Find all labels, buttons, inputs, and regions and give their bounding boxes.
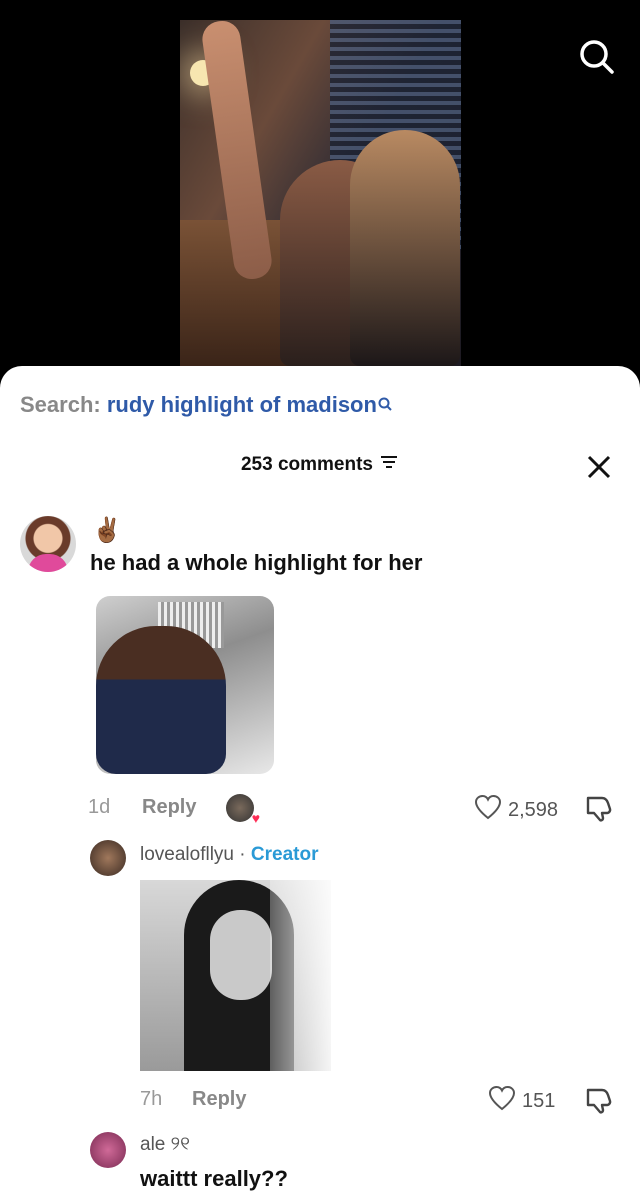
person-shape-right: [350, 130, 460, 366]
creator-liked-avatar: ♥: [226, 794, 260, 826]
avatar[interactable]: [20, 516, 76, 572]
video-frame[interactable]: [180, 20, 461, 366]
comment-text: he had a whole highlight for her: [90, 550, 423, 575]
heart-outline-icon: [474, 794, 502, 826]
search-prefix: Search:: [20, 392, 101, 417]
like-button[interactable]: 151: [488, 1085, 555, 1117]
search-suggestion[interactable]: Search: rudy highlight of madison: [20, 392, 393, 418]
avatar[interactable]: [90, 840, 126, 876]
like-count: 2,598: [508, 798, 559, 821]
reply-button[interactable]: Reply: [142, 796, 196, 819]
dislike-icon[interactable]: [584, 1086, 614, 1116]
creator-badge: Creator: [250, 844, 319, 865]
comment-time: 7h: [140, 1088, 163, 1110]
heart-badge-icon: ♥: [251, 810, 260, 826]
comment-author[interactable]: lovealofllyu · Creator: [140, 844, 318, 866]
comment-time: 1d: [88, 796, 111, 818]
comment-username-emoji[interactable]: ✌🏾: [92, 516, 122, 545]
username[interactable]: lovealofllyu: [140, 844, 234, 865]
search-query[interactable]: rudy highlight of madison: [107, 392, 377, 417]
comment-image[interactable]: [96, 596, 274, 774]
like-count: 151: [522, 1089, 556, 1112]
comments-sort-button[interactable]: 253 comments: [241, 454, 399, 476]
comments-sheet: Search: rudy highlight of madison 253 co…: [0, 366, 640, 1200]
avatar[interactable]: [90, 1132, 126, 1168]
filter-icon: [379, 454, 399, 476]
comment-text: waittt really??: [140, 1166, 288, 1191]
video-area: [0, 0, 640, 380]
search-icon[interactable]: [574, 34, 618, 78]
comments-count: 253 comments: [240, 454, 373, 475]
username-separator: ·: [234, 844, 251, 865]
comment-image[interactable]: [140, 880, 331, 1071]
baby-shape: [96, 626, 226, 774]
close-icon[interactable]: [584, 452, 614, 482]
reply-button[interactable]: Reply: [192, 1088, 246, 1111]
small-search-icon: [377, 392, 393, 417]
heart-outline-icon: [488, 1085, 516, 1117]
like-button[interactable]: 2,598: [474, 794, 558, 826]
username[interactable]: ale ୨୧: [140, 1134, 190, 1156]
dislike-icon[interactable]: [584, 794, 614, 824]
veil-shape: [270, 880, 331, 1071]
face-shape: [210, 910, 272, 1000]
comments-header: 253 comments: [0, 454, 640, 484]
